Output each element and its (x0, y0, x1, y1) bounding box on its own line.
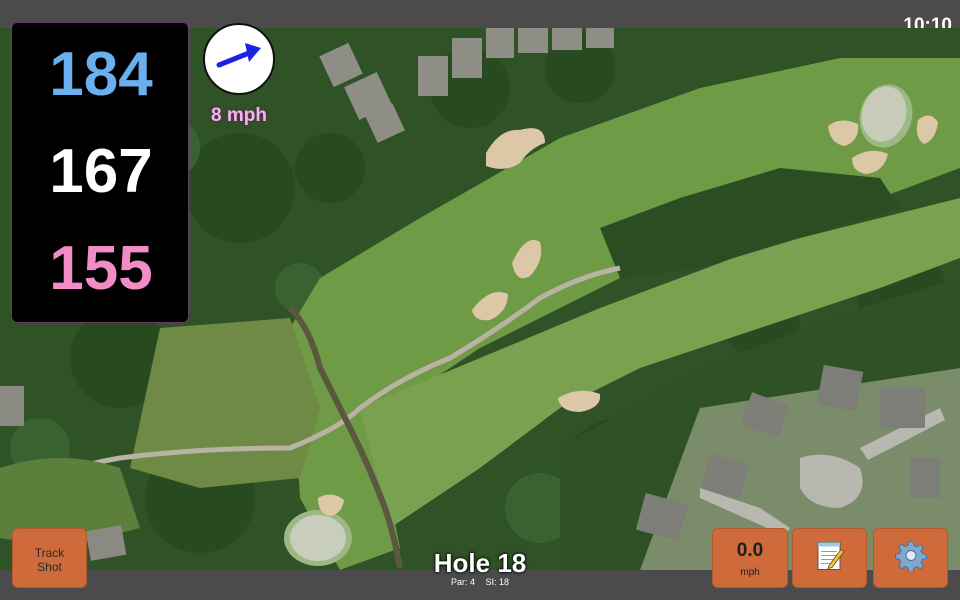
wind-direction-dial (203, 23, 275, 95)
track-shot-button[interactable]: Track Shot (12, 528, 87, 588)
gear-icon (894, 541, 927, 573)
hole-info: Par: 4 SI: 18 (380, 577, 580, 587)
speed-button[interactable]: 0.0 mph (712, 528, 788, 588)
speed-value: 0.0 (736, 540, 764, 561)
hole-title: Hole 18 (433, 548, 527, 578)
back-yardage: 184 (49, 40, 153, 109)
settings-button[interactable] (873, 528, 948, 588)
speed-unit: mph (740, 567, 760, 578)
hole-par: Par: 4 (450, 577, 475, 587)
notepad-icon (817, 542, 845, 570)
hole-stroke-index: SI: 18 (485, 577, 510, 587)
track-shot-label-line2: Shot (37, 560, 62, 574)
wind-speed-label: 8 mph (211, 105, 267, 126)
middle-yardage: 167 (49, 137, 153, 206)
track-shot-label-line1: Track (34, 546, 65, 560)
arrow-right-icon (216, 43, 261, 68)
yardage-panel: 184 167 155 (11, 22, 189, 323)
front-yardage: 155 (49, 234, 153, 303)
notes-button[interactable] (792, 528, 867, 588)
